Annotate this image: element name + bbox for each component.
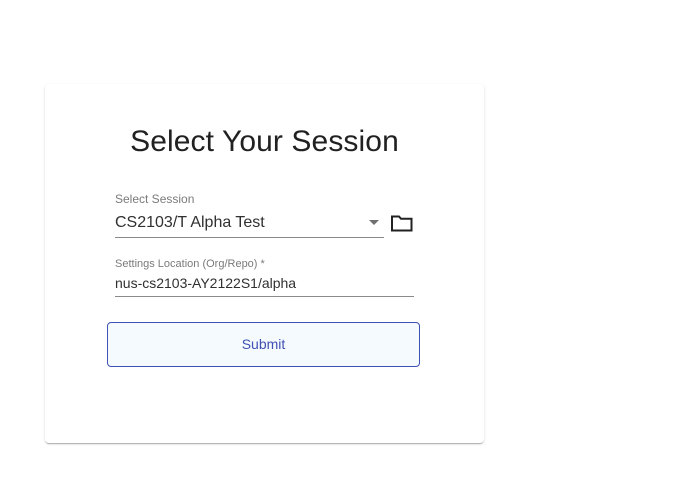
session-select-value: CS2103/T Alpha Test (115, 214, 265, 231)
settings-location-input[interactable]: nus-cs2103-AY2122S1/alpha (115, 274, 414, 297)
session-card: Select Your Session Select Session CS210… (45, 84, 484, 443)
submit-button[interactable]: Submit (107, 322, 420, 367)
page-title: Select Your Session (130, 125, 399, 158)
select-session-label: Select Session (115, 192, 195, 206)
session-select[interactable]: CS2103/T Alpha Test (115, 210, 384, 238)
settings-location-label: Settings Location (Org/Repo) * (115, 258, 265, 270)
folder-icon[interactable] (390, 212, 414, 234)
caret-down-icon (369, 220, 379, 225)
settings-location-value: nus-cs2103-AY2122S1/alpha (115, 275, 297, 291)
